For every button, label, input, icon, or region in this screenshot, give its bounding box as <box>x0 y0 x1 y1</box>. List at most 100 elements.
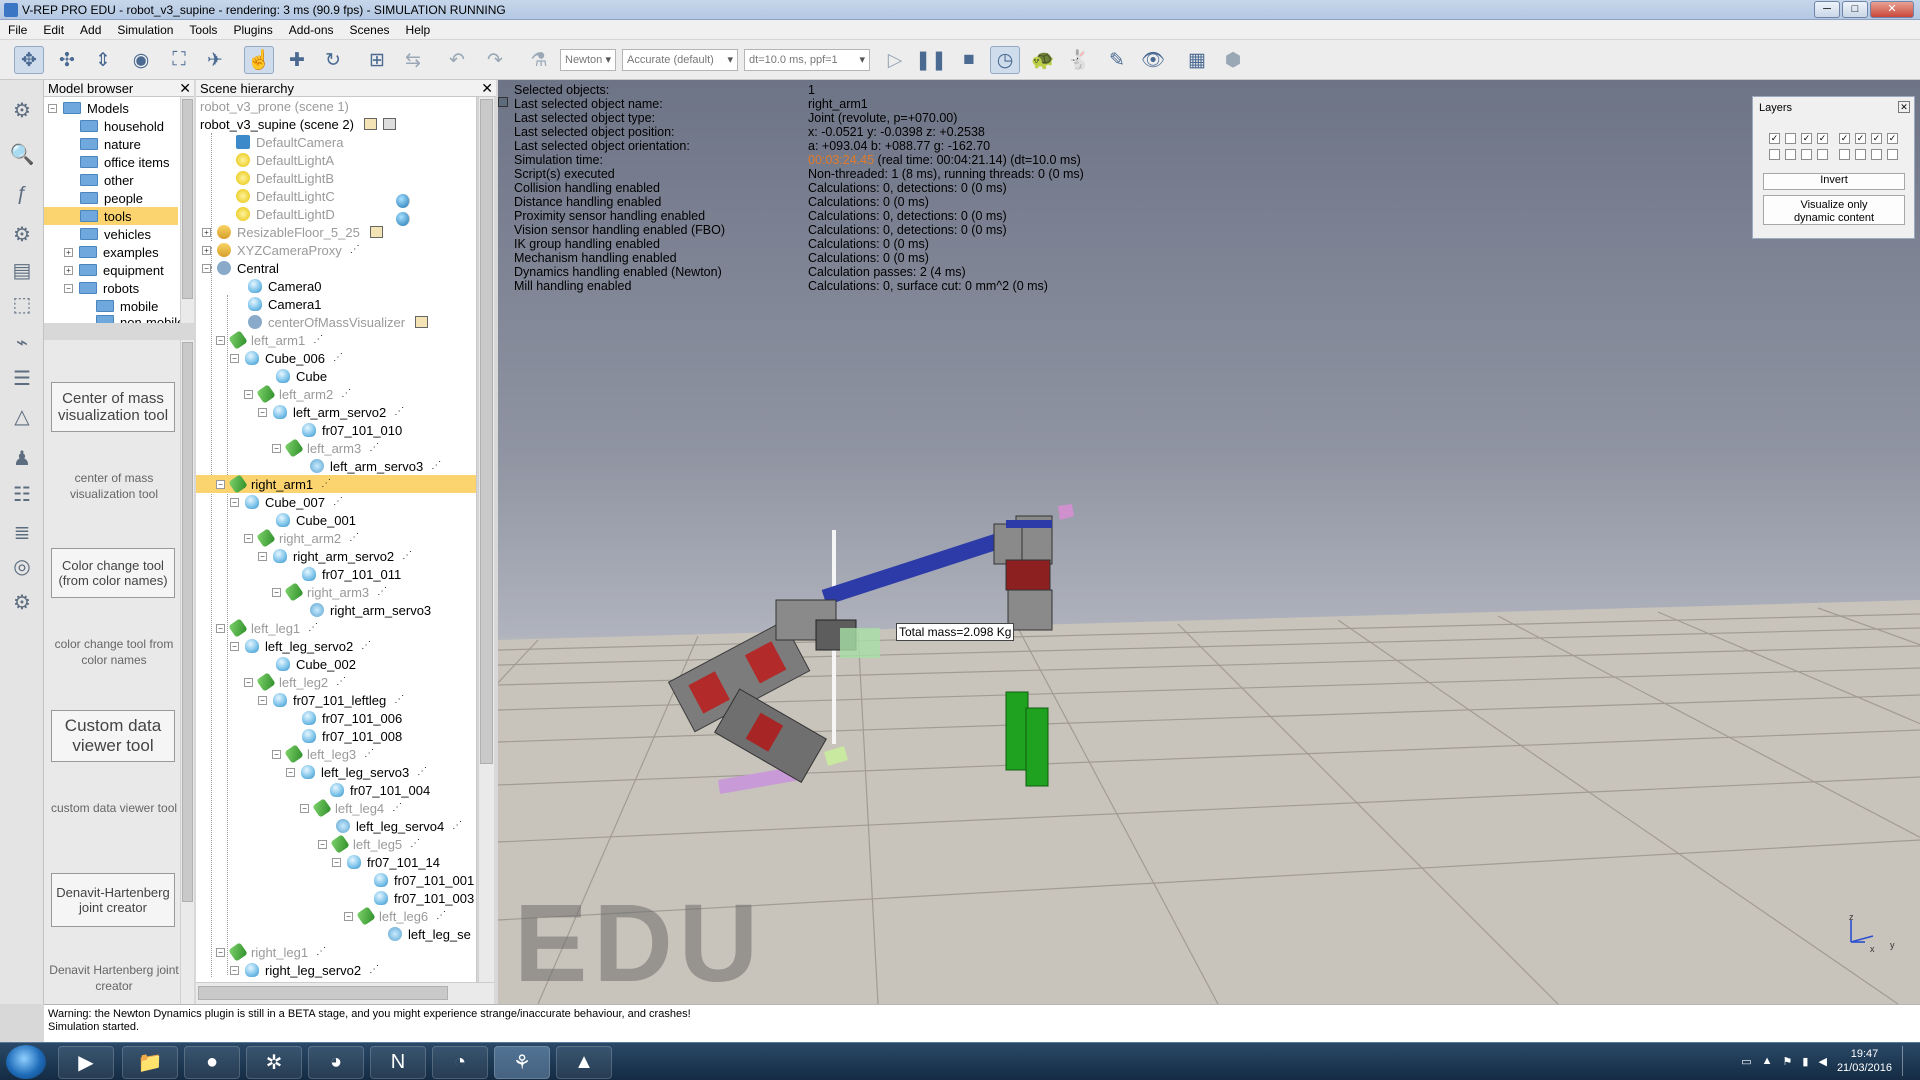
scene-row[interactable]: + ResizableFloor_5_25 <box>202 223 383 241</box>
layer-checkbox[interactable]: ✓ <box>1769 133 1780 144</box>
scene-row[interactable]: − right_arm_servo2 ⋰ <box>258 547 416 565</box>
selection-icon[interactable]: ☰ <box>8 364 36 392</box>
menu-plugins[interactable]: Plugins <box>225 23 280 37</box>
visualize-dynamic-button[interactable]: Visualize only dynamic content <box>1763 195 1905 225</box>
tray-expand-icon[interactable]: ▲ <box>1762 1055 1773 1067</box>
scene-row[interactable]: Cube_002 <box>276 655 356 673</box>
dynamics-engine-icon[interactable]: ⚗ <box>524 46 554 74</box>
menu-simulation[interactable]: Simulation <box>109 23 181 37</box>
scene-row[interactable]: DefaultLightA <box>236 151 334 169</box>
menu-edit[interactable]: Edit <box>35 23 72 37</box>
scene-row[interactable]: left_leg_servo4 ⋰ <box>336 817 466 835</box>
scene-row[interactable]: − right_arm2 ⋰ <box>244 528 363 548</box>
script-icon[interactable] <box>369 226 383 238</box>
pause-icon[interactable]: ❚❚ <box>915 46 947 74</box>
network-icon[interactable]: ▮ <box>1802 1055 1808 1068</box>
thread-rendering-icon[interactable]: ✎ <box>1102 46 1132 74</box>
scene-row[interactable]: − left_arm3 ⋰ <box>272 438 383 458</box>
scene-row[interactable]: − left_leg_servo2 ⋰ <box>230 637 375 655</box>
flag-icon[interactable]: ⚑ <box>1783 1055 1793 1068</box>
transfer-dna-icon[interactable]: ⇆ <box>398 46 428 74</box>
vrep-icon[interactable]: ⚘ <box>494 1046 550 1079</box>
scene-row[interactable]: left_leg_se <box>388 925 471 943</box>
info-toggle-icon[interactable] <box>498 97 508 107</box>
menu-add[interactable]: Add <box>72 23 109 37</box>
show-desktop-button[interactable] <box>1902 1046 1914 1076</box>
layer-checkbox[interactable]: ✓ <box>1887 133 1898 144</box>
scene-row[interactable]: − right_leg_servo2 ⋰ <box>230 961 383 979</box>
visualization-toggle-icon[interactable]: 👁 <box>1138 46 1168 74</box>
layers-panel-icon[interactable]: ≣ <box>8 518 36 546</box>
layer-checkbox[interactable]: ✓ <box>1871 133 1882 144</box>
layer-checkbox[interactable] <box>1785 133 1796 144</box>
camera-shift-icon[interactable]: ⇕ <box>88 46 118 74</box>
scene-row[interactable]: − left_arm2 ⋰ <box>244 384 355 404</box>
scene-row[interactable]: DefaultLightB <box>236 169 334 187</box>
scene-viewport[interactable]: Total mass=2.098 Kg EDU z x y <box>498 80 1920 1004</box>
play-icon[interactable]: ▷ <box>880 46 910 74</box>
matlab-icon[interactable]: ▲ <box>556 1046 612 1079</box>
timestep-select[interactable]: dt=10.0 ms, ppf=1 <box>744 49 870 71</box>
scene-row[interactable]: − left_arm1 ⋰ <box>216 330 327 350</box>
script-icon[interactable]: ƒ <box>8 180 36 208</box>
redo-icon[interactable]: ↷ <box>480 46 510 74</box>
accuracy-select[interactable]: Accurate (default) <box>622 49 738 71</box>
invert-button[interactable]: Invert <box>1763 173 1905 190</box>
model-folder-examples[interactable]: + examples <box>64 243 159 261</box>
scene-row[interactable]: − Cube_007 ⋰ <box>230 493 347 511</box>
close-layers-icon[interactable]: ✕ <box>1898 101 1910 113</box>
camera-fly-icon[interactable]: ✈ <box>200 46 230 74</box>
scene-row[interactable]: right_arm_servo3 <box>310 601 431 619</box>
volume-icon[interactable]: ◀ <box>1818 1055 1826 1068</box>
model-folder-other[interactable]: other <box>80 171 134 189</box>
scene-row[interactable]: − left_arm_servo2 ⋰ <box>258 403 408 421</box>
model-folder-office[interactable]: office items <box>80 153 170 171</box>
scene-row[interactable]: Camera0 <box>248 277 321 295</box>
minimize-button[interactable]: ─ <box>1814 1 1840 18</box>
video-recorder-icon[interactable]: ◎ <box>8 552 36 580</box>
firefox-icon[interactable]: ● <box>184 1046 240 1079</box>
shape-edit-icon[interactable]: △ <box>8 402 36 430</box>
model-thumbnails-scrollbar[interactable] <box>180 340 194 1004</box>
scene-row[interactable]: − left_leg5 ⋰ <box>318 834 424 854</box>
script-icon[interactable] <box>415 316 429 328</box>
scene-row[interactable]: robot_v3_supine (scene 2) <box>200 115 410 226</box>
layer-checkbox[interactable] <box>1785 149 1796 160</box>
scene-row[interactable]: fr07_101_006 <box>302 709 402 727</box>
model-folder-equipment[interactable]: + equipment <box>64 261 164 279</box>
scene-row[interactable]: Camera1 <box>248 295 321 313</box>
model-tree-scrollbar[interactable] <box>180 97 194 323</box>
model-folder-people[interactable]: people <box>80 189 143 207</box>
scene-row[interactable]: − left_leg6 ⋰ <box>344 906 450 926</box>
layer-checkbox[interactable] <box>1871 149 1882 160</box>
messenger-icon[interactable]: ◕ <box>308 1046 364 1079</box>
calc-modules-icon[interactable]: ▤ <box>8 256 36 284</box>
model-folder-models[interactable]: − Models <box>48 99 129 117</box>
engine-select[interactable]: Newton <box>560 49 616 71</box>
model-folder-non-mobile[interactable]: non-mobile <box>96 315 184 323</box>
scene-row[interactable]: − Cube_006 ⋰ <box>230 349 347 367</box>
object-shift-icon[interactable]: ✚ <box>282 46 312 74</box>
menu-help[interactable]: Help <box>398 23 439 37</box>
camera-rotate-icon[interactable]: ✣ <box>52 46 82 74</box>
scene-row[interactable]: Cube_001 <box>276 511 356 529</box>
fit-to-view-icon[interactable]: ⛶ <box>164 46 194 74</box>
scene-row[interactable]: fr07_101_001 <box>374 871 474 889</box>
menu-tools[interactable]: Tools <box>181 23 225 37</box>
scene-row[interactable]: fr07_101_010 <box>302 421 402 439</box>
layer-checkbox[interactable] <box>1801 149 1812 160</box>
model-folder-nature[interactable]: nature <box>80 135 141 153</box>
scene-row[interactable]: fr07_101_004 <box>330 781 430 799</box>
stop-icon[interactable]: ■ <box>954 46 984 74</box>
tool-color-change[interactable]: Color change tool (from color names) <box>51 548 175 598</box>
simulation-settings-icon[interactable]: ⚙ <box>8 96 36 124</box>
keyboard-icon[interactable]: ▭ <box>1741 1055 1751 1068</box>
scene-row[interactable]: fr07_101_011 <box>302 565 401 583</box>
scene-row[interactable]: − left_leg_servo3 ⋰ <box>286 763 431 781</box>
scene-row[interactable]: − left_leg3 ⋰ <box>272 744 378 764</box>
scene-row[interactable]: DefaultCamera <box>236 133 343 151</box>
scene-row[interactable]: robot_v3_prone (scene 1) <box>200 97 410 208</box>
object-properties-icon[interactable]: ⚙ <box>8 220 36 248</box>
close-button[interactable]: ✕ <box>1870 1 1914 18</box>
scene-row-selected[interactable]: − right_arm1 ⋰ <box>196 474 476 494</box>
